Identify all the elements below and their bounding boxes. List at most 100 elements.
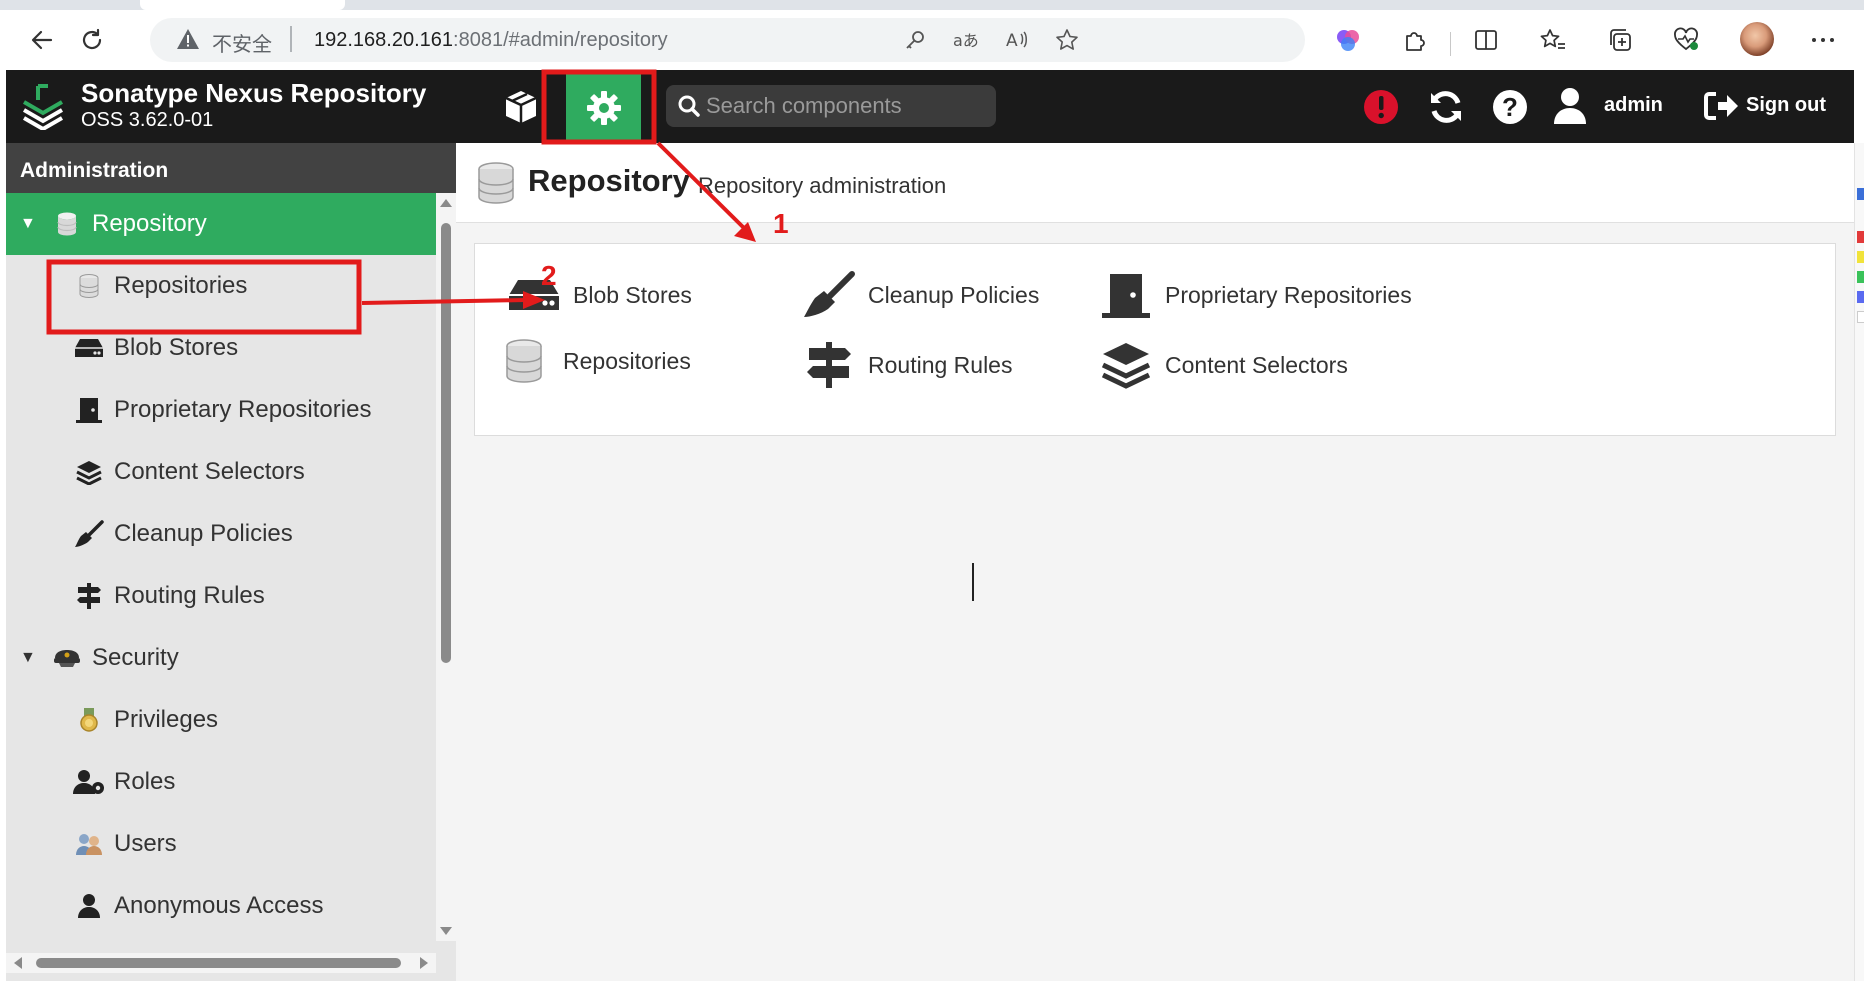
tool-swatch[interactable] <box>1857 291 1864 303</box>
sidebar-item-repository[interactable]: ▼ Repository <box>6 193 436 255</box>
sidebar-item-label: Cleanup Policies <box>114 520 293 547</box>
sidebar-item-anonymous-access[interactable]: Anonymous Access <box>6 875 436 937</box>
expand-caret-icon[interactable]: ▼ <box>20 215 44 233</box>
side-tool-strip[interactable] <box>1854 143 1864 981</box>
tile-label: Content Selectors <box>1165 351 1348 378</box>
search-icon <box>678 95 700 117</box>
scroll-right-arrow-icon[interactable] <box>420 957 428 969</box>
tool-swatch[interactable] <box>1857 188 1864 200</box>
app-title: Sonatype Nexus Repository <box>81 78 427 108</box>
sync-icon <box>1431 91 1461 123</box>
profile-avatar[interactable] <box>1740 22 1774 56</box>
translate-button[interactable]: aあ <box>950 25 980 55</box>
signpost-icon <box>798 337 860 393</box>
scrollbar-thumb[interactable] <box>441 223 451 663</box>
more-icon <box>1812 38 1834 42</box>
sidebar-item-label: Privileges <box>114 706 219 733</box>
medal-icon <box>72 705 106 735</box>
users-icon <box>72 829 106 859</box>
scroll-down-arrow-icon[interactable] <box>440 927 452 935</box>
tile-proprietary-repositories[interactable]: Proprietary Repositories <box>1095 264 1412 326</box>
nexus-logo-icon[interactable] <box>20 82 66 130</box>
address-bar[interactable]: 不安全 192.168.20.161:8081/#admin/repositor… <box>150 18 1305 62</box>
main-content: Repository Repository administration Blo… <box>456 143 1854 981</box>
hdd-icon <box>72 333 106 363</box>
page-title: Repository <box>528 163 690 198</box>
tile-content-selectors[interactable]: Content Selectors <box>1095 334 1348 396</box>
app-header: Sonatype Nexus Repository OSS 3.62.0-01 <box>6 70 1854 143</box>
tile-blob-stores[interactable]: Blob Stores <box>503 264 692 326</box>
scroll-left-arrow-icon[interactable] <box>14 957 22 969</box>
warning-icon[interactable] <box>176 28 200 50</box>
tab-strip <box>0 0 1864 10</box>
collections-button[interactable] <box>1602 22 1638 58</box>
scroll-up-arrow-icon[interactable] <box>440 199 452 207</box>
sidebar-item-routing-rules[interactable]: Routing Rules <box>6 565 436 627</box>
refresh-app-button[interactable] <box>1424 85 1468 129</box>
tool-swatch[interactable] <box>1857 251 1864 263</box>
user-button[interactable] <box>1546 84 1594 128</box>
sidebar-item-roles[interactable]: Roles <box>6 751 436 813</box>
split-screen-button[interactable] <box>1468 22 1504 58</box>
favorites-icon <box>1540 29 1565 49</box>
scrollbar-thumb[interactable] <box>36 958 401 968</box>
signout-label[interactable]: Sign out <box>1746 94 1826 117</box>
tile-repositories[interactable]: Repositories <box>493 330 691 392</box>
tool-swatch[interactable] <box>1857 231 1864 243</box>
extensions-button[interactable] <box>1397 22 1433 58</box>
browser-toolbar: 不安全 192.168.20.161:8081/#admin/repositor… <box>0 10 1864 70</box>
search-box[interactable] <box>666 85 996 127</box>
help-button[interactable]: ? <box>1488 85 1532 129</box>
copilot-button[interactable] <box>1330 22 1366 58</box>
favorite-button[interactable] <box>1052 25 1082 55</box>
browse-button[interactable] <box>494 80 548 134</box>
read-aloud-button[interactable]: A <box>1002 25 1032 55</box>
sidebar-horizontal-scrollbar[interactable] <box>6 953 436 973</box>
sidebar-item-privileges[interactable]: Privileges <box>6 689 436 751</box>
sidebar-item-proprietary-repositories[interactable]: Proprietary Repositories <box>6 379 436 441</box>
page-header: Repository Repository administration <box>456 143 1854 223</box>
refresh-icon <box>82 28 102 50</box>
back-button[interactable] <box>22 20 62 60</box>
sidebar-item-cleanup-policies[interactable]: Cleanup Policies <box>6 503 436 565</box>
more-button[interactable] <box>1805 22 1841 58</box>
sidebar-item-label: Content Selectors <box>114 458 305 485</box>
active-tab[interactable] <box>140 0 345 10</box>
tile-label: Cleanup Policies <box>868 281 1040 308</box>
police-hat-icon <box>50 643 84 673</box>
sidebar-item-repositories[interactable]: Repositories <box>6 255 436 317</box>
system-alert-button[interactable] <box>1361 87 1401 127</box>
security-label[interactable]: 不安全 <box>212 28 272 57</box>
sidebar-item-content-selectors[interactable]: Content Selectors <box>6 441 436 503</box>
key-button[interactable] <box>900 25 930 55</box>
door-icon <box>1095 267 1157 323</box>
administration-button[interactable] <box>566 74 641 141</box>
sidebar-item-users[interactable]: Users <box>6 813 436 875</box>
sidebar-item-label: Routing Rules <box>114 582 265 609</box>
favorite-star-icon <box>1056 29 1078 50</box>
sidebar-item-security[interactable]: ▼ Security <box>6 627 436 689</box>
copilot-icon <box>1337 30 1359 51</box>
sidebar-item-blob-stores[interactable]: Blob Stores <box>6 317 436 379</box>
broom-icon <box>72 519 106 549</box>
favorites-button[interactable] <box>1535 22 1571 58</box>
tile-cleanup-policies[interactable]: Cleanup Policies <box>798 264 1039 326</box>
user-name[interactable]: admin <box>1604 94 1663 117</box>
url-text[interactable]: 192.168.20.161:8081/#admin/repository <box>314 29 668 52</box>
user-icon <box>1554 88 1586 124</box>
tile-routing-rules[interactable]: Routing Rules <box>798 334 1012 396</box>
refresh-button[interactable] <box>72 20 112 60</box>
signout-button[interactable] <box>1702 86 1742 126</box>
sidebar-vertical-scrollbar[interactable] <box>436 193 456 941</box>
search-input[interactable] <box>706 91 986 121</box>
expand-caret-icon[interactable]: ▼ <box>20 649 44 667</box>
help-icon: ? <box>1493 90 1527 124</box>
tool-swatch[interactable] <box>1857 271 1864 283</box>
performance-button[interactable] <box>1668 22 1704 58</box>
tool-swatch[interactable] <box>1857 311 1864 323</box>
url-path: :8081/#admin/repository <box>453 29 668 51</box>
sidebar-tree[interactable]: ▼ Repository Repositories Blob Stores Pr… <box>6 193 436 953</box>
step-2-label: 2 <box>541 260 557 291</box>
sign-out-icon <box>1704 92 1738 120</box>
read-aloud-icon: A <box>1006 31 1027 51</box>
